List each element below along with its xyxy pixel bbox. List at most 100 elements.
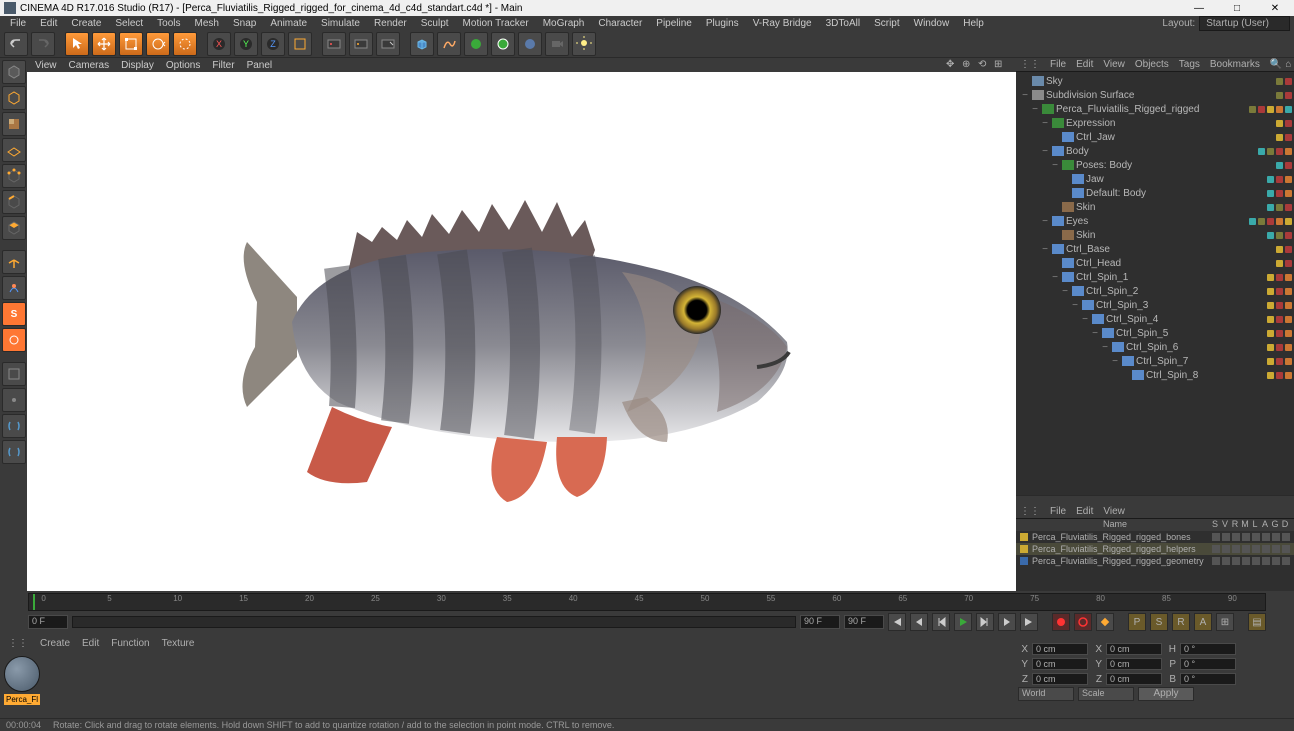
maximize-button[interactable]: □ <box>1222 3 1252 14</box>
tree-row[interactable]: Jaw <box>1016 172 1294 186</box>
object-label[interactable]: Skin <box>1076 230 1228 241</box>
tree-row[interactable]: −Ctrl_Spin_1 <box>1016 270 1294 284</box>
coord-system[interactable] <box>288 32 312 56</box>
menu-plugins[interactable]: Plugins <box>700 18 745 29</box>
script-1[interactable] <box>2 414 26 438</box>
tree-row[interactable]: −Ctrl_Spin_2 <box>1016 284 1294 298</box>
tag-dots[interactable] <box>1232 302 1292 309</box>
matmenu-create[interactable]: Create <box>40 638 70 652</box>
tree-row[interactable]: −Ctrl_Spin_5 <box>1016 326 1294 340</box>
layer-row[interactable]: Perca_Fluviatilis_Rigged_rigged_helpers <box>1016 543 1294 555</box>
frame-start-input[interactable]: 0 F <box>28 615 68 629</box>
layer-flags[interactable] <box>1212 533 1290 541</box>
objmenu-tags[interactable]: Tags <box>1179 59 1200 70</box>
soft-select[interactable] <box>2 328 26 352</box>
tree-row[interactable]: −Ctrl_Spin_6 <box>1016 340 1294 354</box>
frame-end-a-input[interactable]: 90 F <box>800 615 840 629</box>
tag-dots[interactable] <box>1232 92 1292 99</box>
y-axis-lock[interactable]: Y <box>234 32 258 56</box>
expander[interactable]: − <box>1050 160 1060 171</box>
tag-dots[interactable] <box>1232 288 1292 295</box>
scale-tool[interactable] <box>119 32 143 56</box>
tag-dots[interactable] <box>1232 148 1292 155</box>
menu-script[interactable]: Script <box>868 18 906 29</box>
frame-end-b-input[interactable]: 90 F <box>844 615 884 629</box>
menu-help[interactable]: Help <box>957 18 990 29</box>
layer-flags[interactable] <box>1212 557 1290 565</box>
tag-dots[interactable] <box>1232 274 1292 281</box>
objmenu-view[interactable]: View <box>1103 59 1125 70</box>
viewport[interactable] <box>27 72 1016 591</box>
matmenu-function[interactable]: Function <box>111 638 149 652</box>
tag-dots[interactable] <box>1232 372 1292 379</box>
redo-button[interactable] <box>31 32 55 56</box>
object-label[interactable]: Ctrl_Spin_1 <box>1076 272 1228 283</box>
render-settings[interactable] <box>376 32 400 56</box>
layermenu-edit[interactable]: Edit <box>1076 506 1093 517</box>
tag-dots[interactable] <box>1232 218 1292 225</box>
vp-menu-filter[interactable]: Filter <box>212 60 234 71</box>
expander[interactable]: − <box>1070 300 1080 311</box>
tree-row[interactable]: Ctrl_Head <box>1016 256 1294 270</box>
menu-sculpt[interactable]: Sculpt <box>415 18 455 29</box>
tag-dots[interactable] <box>1232 330 1292 337</box>
record-button[interactable] <box>1052 613 1070 631</box>
layer-flags[interactable] <box>1212 545 1290 553</box>
tag-dots[interactable] <box>1232 344 1292 351</box>
layerpanel-handle[interactable]: ⋮⋮ <box>1020 506 1040 517</box>
tree-row[interactable]: Ctrl_Spin_8 <box>1016 368 1294 382</box>
layer-list[interactable]: Perca_Fluviatilis_Rigged_rigged_bonesPer… <box>1016 531 1294 591</box>
add-light[interactable] <box>572 32 596 56</box>
layer-name[interactable]: Perca_Fluviatilis_Rigged_rigged_geometry <box>1032 556 1212 566</box>
layer-row[interactable]: Perca_Fluviatilis_Rigged_rigged_geometry <box>1016 555 1294 567</box>
last-tool[interactable] <box>173 32 197 56</box>
object-label[interactable]: Jaw <box>1086 174 1228 185</box>
tag-dots[interactable] <box>1232 106 1292 113</box>
tree-row[interactable]: Default: Body <box>1016 186 1294 200</box>
key-rot-button[interactable]: R <box>1172 613 1190 631</box>
vp-menu-cameras[interactable]: Cameras <box>69 60 110 71</box>
rotate-tool[interactable] <box>146 32 170 56</box>
expander[interactable]: − <box>1040 118 1050 129</box>
add-environment[interactable] <box>518 32 542 56</box>
matpanel-handle[interactable]: ⋮⋮ <box>8 638 28 652</box>
menu-animate[interactable]: Animate <box>264 18 313 29</box>
objmenu-bookmarks[interactable]: Bookmarks <box>1210 59 1260 70</box>
menu-tools[interactable]: Tools <box>151 18 186 29</box>
tag-dots[interactable] <box>1232 232 1292 239</box>
add-spline[interactable] <box>437 32 461 56</box>
expander[interactable]: − <box>1080 314 1090 325</box>
menu-file[interactable]: File <box>4 18 32 29</box>
object-tree[interactable]: Sky−Subdivision Surface−Perca_Fluviatili… <box>1016 72 1294 495</box>
tree-row[interactable]: Ctrl_Jaw <box>1016 130 1294 144</box>
undo-button[interactable] <box>4 32 28 56</box>
object-label[interactable]: Ctrl_Spin_5 <box>1116 328 1228 339</box>
menu-mesh[interactable]: Mesh <box>189 18 225 29</box>
tree-row[interactable]: Skin <box>1016 200 1294 214</box>
object-label[interactable]: Ctrl_Spin_8 <box>1146 370 1228 381</box>
tag-dots[interactable] <box>1232 78 1292 85</box>
search-icon[interactable]: 🔍 <box>1270 59 1282 70</box>
render-view[interactable] <box>322 32 346 56</box>
tree-row[interactable]: −Ctrl_Spin_7 <box>1016 354 1294 368</box>
tree-row[interactable]: −Body <box>1016 144 1294 158</box>
menu-render[interactable]: Render <box>368 18 413 29</box>
expander[interactable]: − <box>1100 342 1110 353</box>
matmenu-edit[interactable]: Edit <box>82 638 99 652</box>
layer-color-swatch[interactable] <box>1020 533 1028 541</box>
object-label[interactable]: Ctrl_Spin_4 <box>1106 314 1228 325</box>
z-axis-lock[interactable]: Z <box>261 32 285 56</box>
tree-row[interactable]: −Ctrl_Spin_3 <box>1016 298 1294 312</box>
object-label[interactable]: Ctrl_Spin_7 <box>1136 356 1228 367</box>
object-label[interactable]: Subdivision Surface <box>1046 90 1228 101</box>
layer-name[interactable]: Perca_Fluviatilis_Rigged_rigged_helpers <box>1032 544 1212 554</box>
material-label[interactable]: Perca_Fl <box>4 694 40 705</box>
tag-dots[interactable] <box>1232 316 1292 323</box>
expander[interactable]: − <box>1030 104 1040 115</box>
apply-button[interactable]: Apply <box>1138 687 1194 701</box>
step-fwd-button[interactable] <box>976 613 994 631</box>
add-generator[interactable] <box>464 32 488 56</box>
expander[interactable]: − <box>1040 216 1050 227</box>
tree-row[interactable]: −Subdivision Surface <box>1016 88 1294 102</box>
expander[interactable]: − <box>1060 286 1070 297</box>
